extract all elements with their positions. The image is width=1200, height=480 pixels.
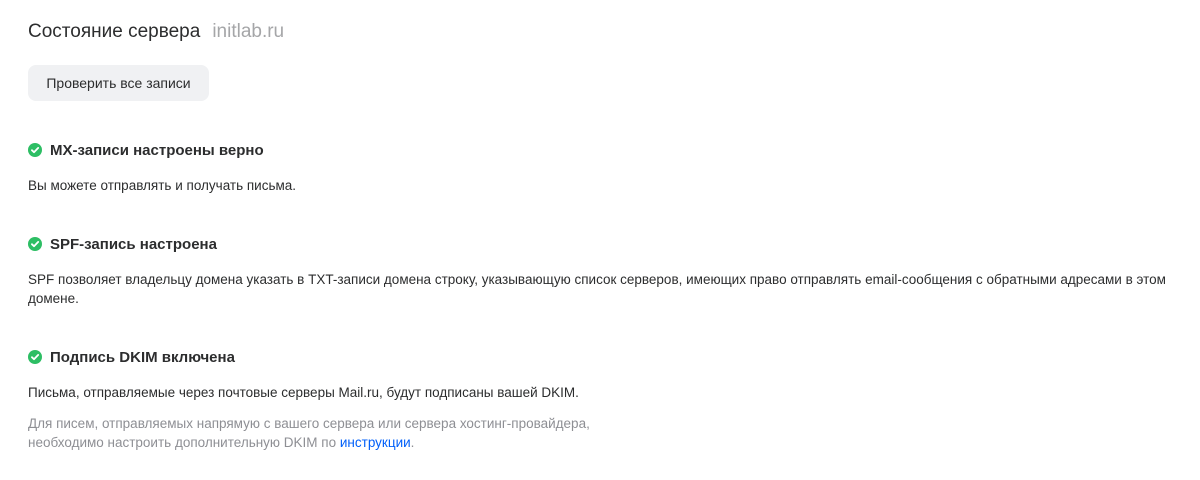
domain-name: initlab.ru [212,21,285,42]
dkim-section: Подпись DKIM включена Письма, отправляем… [28,347,1178,452]
mx-records-description: Вы можете отправлять и получать письма. [28,178,297,193]
spf-record-heading: SPF-запись настроена [28,234,1178,254]
page-header: Состояние сервера initlab.ru [28,21,284,43]
spf-record-title: SPF-запись настроена [50,235,217,253]
mx-records-title: MX-записи настроены верно [50,141,264,159]
dkim-note-period: . [410,435,415,450]
mx-records-section: MX-записи настроены верно Вы можете отпр… [28,140,1178,195]
spf-record-description: SPF позволяет владельцу домена указать в… [28,272,1166,306]
page-title: Состояние сервера [28,21,201,42]
instructions-link[interactable]: инструкции [340,435,411,450]
spf-record-section: SPF-запись настроена SPF позволяет владе… [28,234,1178,308]
check-all-records-button[interactable]: Проверить все записи [28,65,209,101]
dkim-note-line2: необходимо настроить дополнительную DKIM… [28,435,340,450]
check-circle-icon [28,237,42,251]
dkim-description: Письма, отправляемые через почтовые серв… [28,385,579,400]
dkim-title: Подпись DKIM включена [50,348,235,366]
dkim-note-line1: Для писем, отправляемых напрямую с вашег… [28,416,590,431]
mx-records-heading: MX-записи настроены верно [28,140,1178,160]
check-circle-icon [28,143,42,157]
dkim-heading: Подпись DKIM включена [28,347,1178,367]
check-circle-icon [28,350,42,364]
dkim-note: Для писем, отправляемых напрямую с вашег… [28,414,648,452]
